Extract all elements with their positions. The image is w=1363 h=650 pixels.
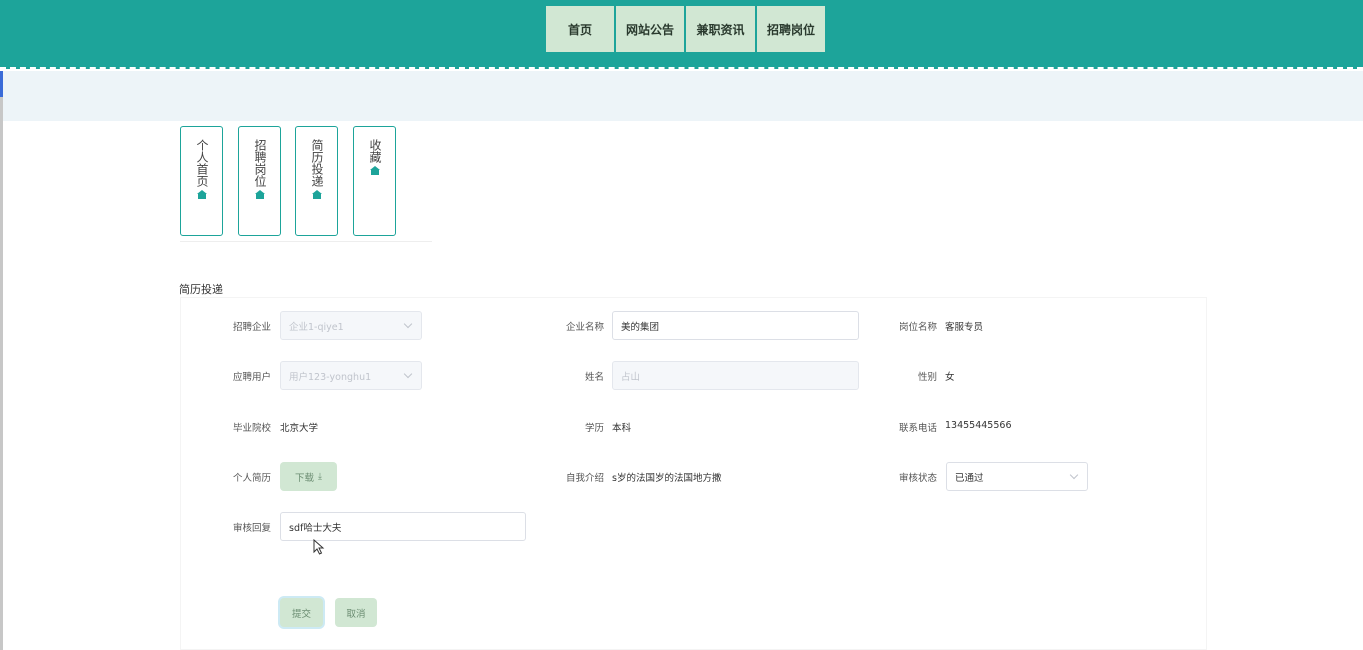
reply-input[interactable]: sdf哈士大夫 xyxy=(280,512,526,541)
reply-value: sdf哈士大夫 xyxy=(289,522,342,534)
menu-label: 收藏 xyxy=(368,139,382,163)
name-label: 姓名 xyxy=(584,372,604,383)
cancel-button[interactable]: 取消 xyxy=(335,598,377,627)
job-name-value: 客服专员 xyxy=(945,322,984,333)
company-select-value: 企业1-qiye1 xyxy=(289,321,344,333)
submit-label: 提交 xyxy=(291,608,311,620)
download-button[interactable]: 下载 ⤓ xyxy=(280,462,337,491)
menu-divider xyxy=(180,241,432,242)
school-label: 毕业院校 xyxy=(232,423,271,434)
chevron-down-icon xyxy=(403,319,413,329)
gender-value: 女 xyxy=(945,372,955,383)
submit-button[interactable]: 提交 xyxy=(280,598,323,627)
nav-item-announcements[interactable]: 网站公告 xyxy=(616,6,684,52)
company-select[interactable]: 企业1-qiye1 xyxy=(280,311,422,340)
phone-value: 13455445566 xyxy=(945,420,1012,431)
home-icon xyxy=(311,190,322,199)
applicant-select-value: 用户123-yonghu1 xyxy=(289,371,372,383)
name-input[interactable]: 占山 xyxy=(612,361,859,390)
home-icon xyxy=(254,190,265,199)
top-nav: 首页 网站公告 兼职资讯 招聘岗位 xyxy=(546,6,825,52)
gender-label: 性别 xyxy=(917,372,937,383)
home-icon xyxy=(369,166,380,175)
company-label: 招聘企业 xyxy=(232,322,271,333)
menu-resume-submission[interactable]: 简历投递 xyxy=(295,126,338,236)
company-name-input[interactable]: 美的集团 xyxy=(612,311,859,340)
mouse-cursor-icon xyxy=(313,539,325,555)
phone-label: 联系电话 xyxy=(898,423,937,434)
name-value: 占山 xyxy=(621,371,641,383)
left-edge-strip xyxy=(0,71,3,650)
reply-label: 审核回复 xyxy=(232,523,271,534)
download-icon: ⤓ xyxy=(318,471,322,482)
home-icon xyxy=(196,190,207,199)
education-label: 学历 xyxy=(584,423,604,434)
nav-item-jobs[interactable]: 招聘岗位 xyxy=(757,6,825,52)
header-band xyxy=(0,71,1363,121)
menu-label: 个人首页 xyxy=(195,139,209,187)
company-name-label: 企业名称 xyxy=(565,322,604,333)
company-name-value: 美的集团 xyxy=(621,321,660,333)
intro-label: 自我介绍 xyxy=(565,473,604,484)
school-value: 北京大学 xyxy=(280,423,319,434)
applicant-label: 应聘用户 xyxy=(232,372,271,383)
status-select[interactable]: 已通过 xyxy=(946,462,1088,491)
chevron-down-icon xyxy=(403,369,413,379)
job-name-label: 岗位名称 xyxy=(898,322,937,333)
menu-label: 招聘岗位 xyxy=(253,139,267,187)
resume-label: 个人简历 xyxy=(232,473,271,484)
download-label: 下载 xyxy=(295,472,315,484)
menu-job-positions[interactable]: 招聘岗位 xyxy=(238,126,281,236)
intro-value: s岁的法国岁的法国地方撒 xyxy=(612,473,722,484)
education-value: 本科 xyxy=(612,423,632,434)
nav-item-parttime-news[interactable]: 兼职资讯 xyxy=(686,6,755,52)
menu-personal-home[interactable]: 个人首页 xyxy=(180,126,223,236)
status-select-value: 已通过 xyxy=(955,472,984,484)
section-title: 简历投递 xyxy=(179,283,223,296)
top-header: 首页 网站公告 兼职资讯 招聘岗位 xyxy=(0,0,1363,69)
applicant-select[interactable]: 用户123-yonghu1 xyxy=(280,361,422,390)
status-label: 审核状态 xyxy=(898,473,937,484)
chevron-down-icon xyxy=(1069,470,1079,480)
menu-label: 简历投递 xyxy=(310,139,324,187)
nav-item-home[interactable]: 首页 xyxy=(546,6,614,52)
cancel-label: 取消 xyxy=(346,608,366,620)
menu-favorites[interactable]: 收藏 xyxy=(353,126,396,236)
